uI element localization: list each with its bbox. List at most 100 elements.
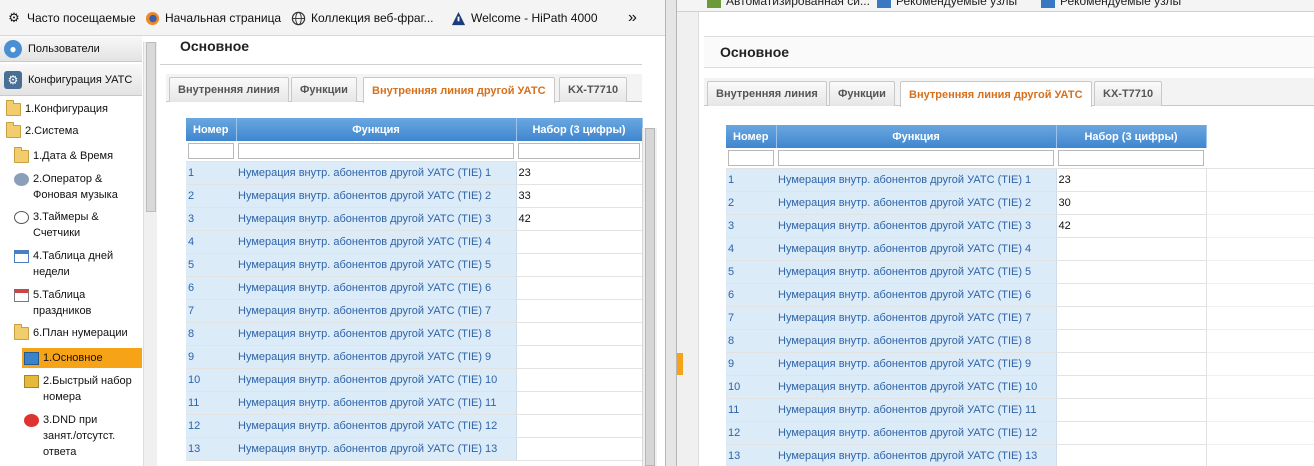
content-scrollbar-thumb[interactable]	[645, 128, 655, 466]
tree-item-numbering-plan[interactable]: 6.План нумерации	[14, 324, 128, 341]
table-row[interactable]: 10 Нумерация внутр. абонентов другой УАТС…	[726, 375, 1314, 399]
row-dial-value[interactable]: 42	[516, 207, 643, 231]
table-row[interactable]: 7 Нумерация внутр. абонентов другой УАТС …	[726, 306, 1314, 330]
table-row[interactable]: 6 Нумерация внутр. абонентов другой УАТС …	[726, 283, 1314, 307]
row-dial-value[interactable]	[516, 368, 643, 392]
tab-internal-line[interactable]: Внутренняя линия	[707, 81, 827, 106]
table-row[interactable]: 6 Нумерация внутр. абонентов другой УАТС …	[186, 276, 643, 300]
row-dial-value[interactable]	[1056, 306, 1207, 330]
filter-dial-input[interactable]	[1058, 149, 1204, 166]
row-dial-value[interactable]	[516, 253, 643, 277]
row-dial-value[interactable]: 23	[516, 161, 643, 185]
row-dial-value[interactable]	[516, 276, 643, 300]
table-row[interactable]: 8 Нумерация внутр. абонентов другой УАТС …	[186, 322, 643, 346]
row-number: 4	[726, 237, 776, 261]
table-row[interactable]: 9 Нумерация внутр. абонентов другой УАТС …	[726, 352, 1314, 376]
row-dial-value[interactable]	[516, 322, 643, 346]
row-dial-value[interactable]	[516, 299, 643, 323]
table-row[interactable]: 13 Нумерация внутр. абонентов другой УАТС…	[726, 444, 1314, 466]
table-row[interactable]: 8 Нумерация внутр. абонентов другой УАТС …	[726, 329, 1314, 353]
bookmark-home[interactable]: Начальная страница	[144, 9, 281, 27]
filter-function-input[interactable]	[238, 142, 514, 159]
table-row[interactable]: 4 Нумерация внутр. абонентов другой УАТС …	[726, 237, 1314, 261]
bookmark-web-slices[interactable]: Коллекция веб-фраг...	[290, 9, 434, 27]
tab-other-pbx-internal[interactable]: Внутренняя линия другой УАТС	[900, 81, 1092, 107]
tree-item-main-selected[interactable]: 1.Основное	[22, 348, 142, 368]
table-row[interactable]: 11 Нумерация внутр. абонентов другой УАТС…	[726, 398, 1314, 422]
right-browser-window: Автоматизированная си... Рекомендуемые у…	[677, 0, 1314, 466]
tree-item-date-time[interactable]: 1.Дата & Время	[14, 147, 113, 164]
row-dial-value[interactable]: 30	[1056, 191, 1207, 215]
row-dial-value[interactable]	[516, 391, 643, 415]
table-row[interactable]: 1 Нумерация внутр. абонентов другой УАТС …	[186, 161, 643, 185]
table-row[interactable]: 5 Нумерация внутр. абонентов другой УАТС …	[726, 260, 1314, 284]
table-row[interactable]: 5 Нумерация внутр. абонентов другой УАТС …	[186, 253, 643, 277]
sidebar-scrollbar-thumb[interactable]	[146, 42, 156, 212]
table-row[interactable]: 7 Нумерация внутр. абонентов другой УАТС …	[186, 299, 643, 323]
row-dial-value[interactable]	[1056, 375, 1207, 399]
row-dial-value[interactable]	[1056, 283, 1207, 307]
row-dial-value[interactable]	[516, 414, 643, 438]
table-row[interactable]: 3 Нумерация внутр. абонентов другой УАТС …	[186, 207, 643, 231]
row-dial-value[interactable]	[1056, 352, 1207, 376]
row-dial-value[interactable]	[516, 345, 643, 369]
column-header-dial[interactable]: Набор (3 цифры)	[1056, 125, 1207, 148]
filter-dial-input[interactable]	[518, 142, 640, 159]
table-row[interactable]: 13 Нумерация внутр. абонентов другой УАТС…	[186, 437, 643, 461]
table-row[interactable]: 2 Нумерация внутр. абонентов другой УАТС …	[186, 184, 643, 208]
bookmark-frequent[interactable]: ⚙ Часто посещаемые	[6, 9, 135, 27]
tree-item-configuration[interactable]: 1.Конфигурация	[6, 100, 108, 117]
row-dial-value[interactable]: 42	[1056, 214, 1207, 238]
tree-item-dnd[interactable]: 3.DND при занят./отсутст. ответа	[24, 412, 115, 460]
row-dial-value[interactable]	[1056, 444, 1207, 466]
column-header-dial[interactable]: Набор (3 цифры)	[516, 118, 643, 141]
content-scrollbar[interactable]	[642, 128, 657, 466]
table-row[interactable]: 12 Нумерация внутр. абонентов другой УАТС…	[186, 414, 643, 438]
table-row[interactable]: 9 Нумерация внутр. абонентов другой УАТС …	[186, 345, 643, 369]
row-dial-value[interactable]	[1056, 237, 1207, 261]
column-header-number[interactable]: Номер	[186, 118, 237, 141]
tree-item-speed-dial[interactable]: 2.Быстрый набор номера	[24, 373, 132, 405]
tab-functions[interactable]: Функции	[291, 77, 357, 102]
tab-kx-t7710[interactable]: KX-T7710	[559, 77, 628, 102]
bookmark-suggested-sites-2[interactable]: Рекомендуемые узлы	[1041, 0, 1181, 8]
row-dial-value[interactable]: 33	[516, 184, 643, 208]
tab-functions[interactable]: Функции	[829, 81, 895, 106]
tree-item-system[interactable]: 2.Система	[6, 122, 78, 139]
row-dial-value[interactable]	[1056, 329, 1207, 353]
table-row[interactable]: 10 Нумерация внутр. абонентов другой УАТС…	[186, 368, 643, 392]
row-dial-value[interactable]	[1056, 421, 1207, 445]
sidebar-header-pbx-config[interactable]: ⚙ Конфигурация УАТС	[0, 64, 142, 96]
tree-item-weekday-table[interactable]: 4.Таблица дней недели	[14, 248, 113, 280]
bookmarks-overflow-button[interactable]: »	[628, 9, 637, 27]
row-dial-value[interactable]: 23	[1056, 168, 1207, 192]
sidebar-header-users[interactable]: ● Пользователи	[0, 36, 142, 62]
table-row[interactable]: 1 Нумерация внутр. абонентов другой УАТС …	[726, 168, 1314, 192]
row-dial-value[interactable]	[516, 437, 643, 461]
tab-internal-line[interactable]: Внутренняя линия	[169, 77, 289, 102]
filter-row	[726, 148, 1314, 169]
table-row[interactable]: 2 Нумерация внутр. абонентов другой УАТС …	[726, 191, 1314, 215]
tree-item-holiday-table[interactable]: 5.Таблица праздников	[14, 287, 91, 319]
filter-number-input[interactable]	[728, 149, 774, 166]
bookmark-automated-system[interactable]: Автоматизированная си...	[707, 0, 870, 8]
bookmark-hipath[interactable]: Welcome - HiPath 4000	[450, 9, 598, 27]
row-dial-value[interactable]	[1056, 260, 1207, 284]
sidebar-scrollbar[interactable]	[143, 42, 157, 466]
filter-number-input[interactable]	[188, 142, 234, 159]
table-row[interactable]: 12 Нумерация внутр. абонентов другой УАТС…	[726, 421, 1314, 445]
tab-kx-t7710[interactable]: KX-T7710	[1094, 81, 1163, 106]
column-header-function[interactable]: Функция	[776, 125, 1057, 148]
row-dial-value[interactable]	[516, 230, 643, 254]
tree-item-operator-music[interactable]: 2.Оператор & Фоновая музыка	[14, 171, 118, 203]
filter-function-input[interactable]	[778, 149, 1054, 166]
table-row[interactable]: 11 Нумерация внутр. абонентов другой УАТС…	[186, 391, 643, 415]
tab-other-pbx-internal[interactable]: Внутренняя линия другой УАТС	[363, 77, 555, 103]
row-dial-value[interactable]	[1056, 398, 1207, 422]
table-row[interactable]: 3 Нумерация внутр. абонентов другой УАТС …	[726, 214, 1314, 238]
tree-item-timers[interactable]: 3.Таймеры & Счетчики	[14, 209, 99, 241]
column-header-function[interactable]: Функция	[236, 118, 517, 141]
column-header-number[interactable]: Номер	[726, 125, 777, 148]
bookmark-suggested-sites-1[interactable]: Рекомендуемые узлы	[877, 0, 1017, 8]
table-row[interactable]: 4 Нумерация внутр. абонентов другой УАТС …	[186, 230, 643, 254]
